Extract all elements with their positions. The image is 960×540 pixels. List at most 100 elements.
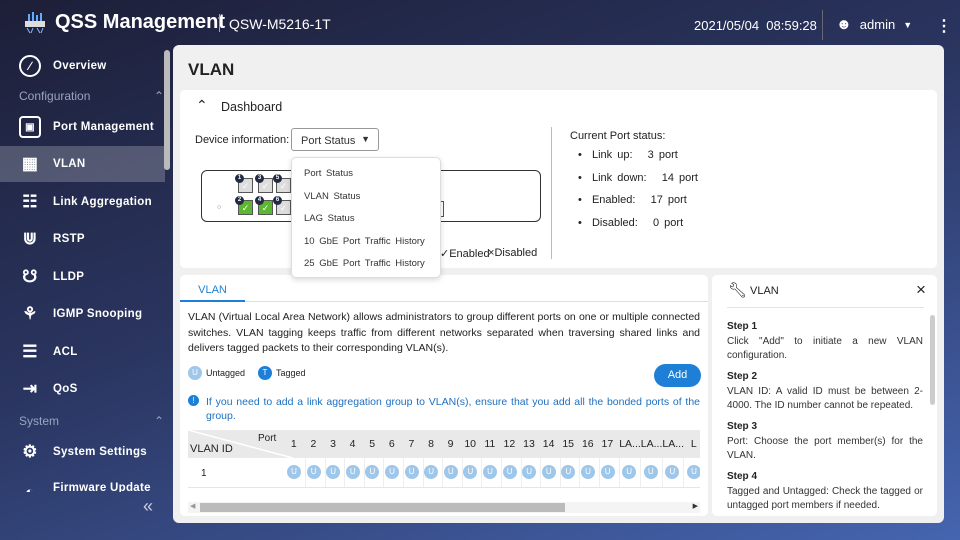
lldp-icon: ☋ — [22, 267, 38, 286]
untagged-member-badge[interactable]: U — [643, 465, 658, 479]
selected-value: Port Status — [301, 135, 356, 147]
collapse-sidebar-icon[interactable]: « — [143, 496, 153, 517]
sidebar-item-label: Overview — [53, 60, 107, 72]
link-aggregation-icon: ☷ — [22, 192, 38, 211]
sidebar-item-overview[interactable]: ∕ Overview — [0, 48, 165, 84]
untagged-member-badge[interactable]: U — [665, 465, 680, 479]
col-port-6: 6 — [388, 438, 395, 450]
help-step-title: Step 4 — [727, 471, 758, 482]
sidebar-item-port-management[interactable]: ▣ Port Management — [0, 109, 165, 145]
menu-item-port-status[interactable]: Port Status — [292, 163, 440, 186]
sidebar-item-firmware[interactable]: ◐ Firmware Update — [0, 472, 165, 492]
help-scrollbar[interactable] — [930, 315, 935, 405]
port-number: 1 — [235, 174, 244, 183]
more-options-icon[interactable]: ⋮ — [936, 16, 952, 36]
sidebar-scrollbar[interactable] — [164, 50, 170, 170]
col-port-3: 3 — [330, 438, 336, 450]
col-port-15: 15 — [562, 438, 575, 450]
scroll-left-icon[interactable]: ◀ — [190, 502, 195, 510]
port-1[interactable]: 1 ✓ — [235, 174, 253, 193]
scroll-right-icon[interactable]: ▶ — [693, 502, 698, 510]
untagged-member-badge[interactable]: U — [345, 465, 360, 479]
section-label: System — [19, 414, 60, 428]
device-info-dropdown-menu: Port Status VLAN Status LAG Status 10 Gb… — [291, 157, 441, 278]
menu-item-vlan-status[interactable]: VLAN Status — [292, 186, 440, 209]
port-5[interactable]: 5 ✓ — [273, 174, 291, 193]
check-icon: ✓ — [279, 181, 288, 191]
user-icon: ☻ — [836, 16, 852, 33]
untagged-member-badge[interactable]: U — [443, 465, 458, 479]
col-port-21: L — [690, 438, 697, 450]
port-4[interactable]: 4 ✓ — [255, 196, 273, 215]
untagged-member-badge[interactable]: U — [522, 465, 537, 479]
untagged-member-badge[interactable]: U — [424, 465, 439, 479]
datetime: 2021/05/04 08:59:28 — [694, 18, 817, 33]
untagged-member-badge[interactable]: U — [687, 465, 700, 479]
chevron-up-icon: ⌃ — [153, 89, 164, 103]
help-step-text: Port: Choose the port member(s) for the … — [727, 436, 923, 461]
sidebar-item-rstp[interactable]: ⋓ RSTP — [0, 221, 165, 257]
status-label: Enabled: — [591, 194, 636, 206]
untagged-member-badge[interactable]: U — [463, 465, 478, 479]
untagged-member-badge[interactable]: U — [287, 465, 301, 479]
menu-item-25gbe-traffic[interactable]: 25 GbE Port Traffic History — [292, 253, 440, 276]
port-3[interactable]: 3 ✓ — [255, 174, 273, 193]
untagged-member-badge[interactable]: U — [541, 465, 556, 479]
caret-down-icon: ▼ — [903, 19, 913, 30]
vlan-table: Port VLAN ID 1 U 2 U 3 U 4 U 5 U 6 U 7 U 8 U 9 U 10 U 11 U 12 U… — [188, 430, 700, 488]
untagged-member-badge[interactable]: U — [404, 465, 419, 479]
col-port-label: Port — [258, 433, 277, 444]
sidebar-item-igmp-snooping[interactable]: ⚘ IGMP Snooping — [0, 296, 165, 332]
section-system[interactable]: System ⌃ — [19, 414, 164, 428]
menu-item-10gbe-traffic[interactable]: 10 GbE Port Traffic History — [292, 231, 440, 254]
chevron-up-icon[interactable]: ⌃ — [196, 97, 208, 114]
port-2[interactable]: 2 ✓ — [235, 196, 253, 215]
port-status-item: • Enabled: 17 port — [578, 194, 687, 206]
port-6[interactable]: 6 ✓ — [273, 196, 291, 215]
close-icon[interactable]: × — [916, 280, 926, 300]
col-port-7: 7 — [408, 438, 415, 450]
help-panel: 🔧︎ VLAN × Step 1 Click "Add" to initiate … — [712, 275, 937, 516]
igmp-icon: ⚘ — [22, 304, 38, 323]
tab-vlan[interactable]: VLAN — [180, 279, 245, 302]
untagged-member-badge[interactable]: U — [365, 465, 380, 479]
user-name: admin — [859, 17, 896, 32]
untagged-member-badge[interactable]: U — [502, 465, 517, 479]
table-horizontal-scrollbar[interactable]: ◀ ▶ — [188, 502, 700, 513]
sidebar-item-system-settings[interactable]: ⚙ System Settings — [0, 434, 165, 470]
tagged-label: Tagged — [276, 368, 306, 378]
col-port-18: LA... — [619, 438, 641, 450]
sidebar-item-lldp[interactable]: ☋ LLDP — [0, 259, 165, 295]
menu-item-lag-status[interactable]: LAG Status — [292, 208, 440, 231]
check-icon: ✓ — [241, 181, 250, 191]
col-port-13: 13 — [523, 438, 535, 450]
sidebar-item-qos[interactable]: ⇥ QoS — [0, 371, 165, 407]
rstp-icon: ⋓ — [22, 229, 38, 248]
device-info-select[interactable]: Port Status ▼ — [291, 128, 379, 151]
col-port-11: 11 — [484, 438, 496, 450]
sidebar-item-link-aggregation[interactable]: ☷ Link Aggregation — [0, 184, 165, 220]
untagged-member-badge[interactable]: U — [483, 465, 497, 479]
untagged-member-badge[interactable]: U — [581, 465, 595, 479]
vlan-icon: ▦ — [21, 154, 39, 173]
untagged-member-badge[interactable]: U — [600, 465, 615, 479]
sidebar-item-acl[interactable]: ☰ ACL — [0, 334, 165, 370]
sidebar-item-vlan[interactable]: ▦ VLAN — [0, 146, 165, 182]
port-status-item: • Link down: 14 port — [578, 171, 698, 184]
port-status-item: • Link up: 3 port — [578, 149, 678, 161]
section-configuration[interactable]: Configuration ⌃ — [19, 89, 164, 103]
dashboard-title: Dashboard — [221, 100, 283, 114]
user-menu[interactable]: ☻ admin ▼ — [836, 16, 912, 33]
untagged-member-badge[interactable]: U — [561, 465, 576, 479]
untagged-member-badge[interactable]: U — [306, 465, 321, 479]
col-port-4: 4 — [349, 438, 356, 450]
vlan-id-cell: 1 — [201, 468, 207, 479]
untagged-member-badge[interactable]: U — [622, 465, 637, 479]
divider — [219, 14, 220, 32]
port-number: 4 — [255, 196, 264, 205]
untagged-member-badge[interactable]: U — [385, 465, 399, 479]
untagged-badge-icon: U — [188, 366, 202, 380]
scrollbar-thumb[interactable] — [200, 503, 565, 512]
add-button[interactable]: Add — [654, 364, 701, 387]
untagged-member-badge[interactable]: U — [326, 465, 341, 479]
